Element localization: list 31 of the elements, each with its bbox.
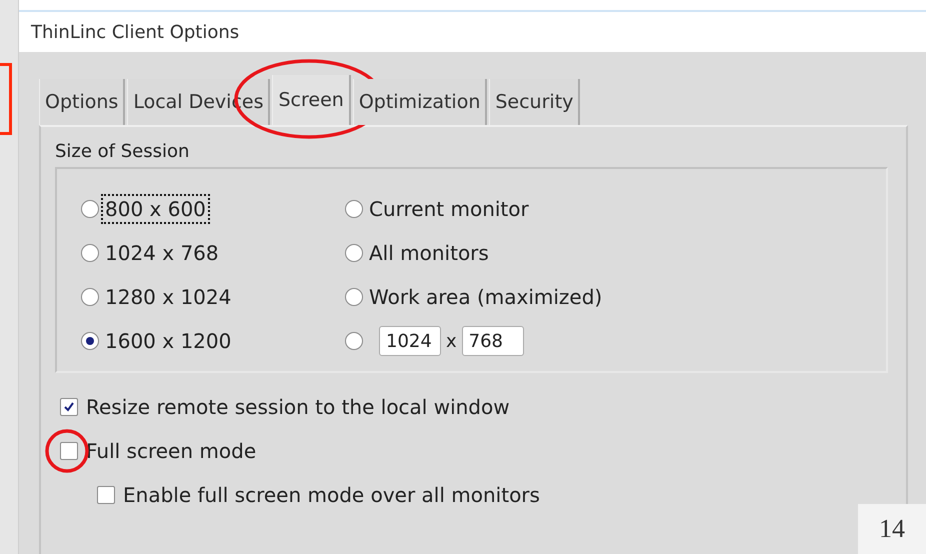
separator-label: x bbox=[446, 330, 457, 352]
checkmark-icon bbox=[63, 401, 75, 413]
checkbox[interactable] bbox=[60, 442, 78, 460]
radio-button[interactable] bbox=[345, 332, 363, 350]
width-field[interactable]: 1024 bbox=[379, 326, 441, 356]
radio-label: 800 x 600 bbox=[101, 194, 210, 224]
radio-button[interactable] bbox=[345, 200, 363, 218]
radio-button[interactable] bbox=[345, 244, 363, 262]
radio-button[interactable] bbox=[345, 288, 363, 306]
radio-label: All monitors bbox=[368, 240, 490, 267]
checkbox-label: Resize remote session to the local window bbox=[86, 395, 510, 419]
radio-label: Current monitor bbox=[368, 196, 530, 223]
radio-button[interactable] bbox=[81, 332, 99, 350]
radio-button[interactable] bbox=[81, 200, 99, 218]
group-title: Size of Session bbox=[55, 141, 190, 162]
page-number: 14 bbox=[879, 514, 905, 544]
tab[interactable]: Screen bbox=[272, 75, 351, 125]
checkbox[interactable] bbox=[60, 398, 78, 416]
checkbox-label: Enable full screen mode over all monitors bbox=[123, 483, 540, 507]
checkbox[interactable] bbox=[97, 486, 115, 504]
radio-label: 1024 x 768 bbox=[104, 240, 220, 267]
tab[interactable]: Optimization bbox=[352, 79, 488, 125]
tab[interactable]: Options bbox=[39, 79, 126, 125]
radio-label: 1600 x 1200 bbox=[104, 328, 232, 355]
window-title: ThinLinc Client Options bbox=[31, 22, 240, 42]
radio-label: 1280 x 1024 bbox=[104, 284, 232, 311]
radio-label: Work area (maximized) bbox=[368, 284, 604, 311]
tab[interactable]: Security bbox=[489, 79, 580, 125]
radio-button[interactable] bbox=[81, 244, 99, 262]
radio-button[interactable] bbox=[81, 288, 99, 306]
height-field[interactable]: 768 bbox=[462, 326, 524, 356]
